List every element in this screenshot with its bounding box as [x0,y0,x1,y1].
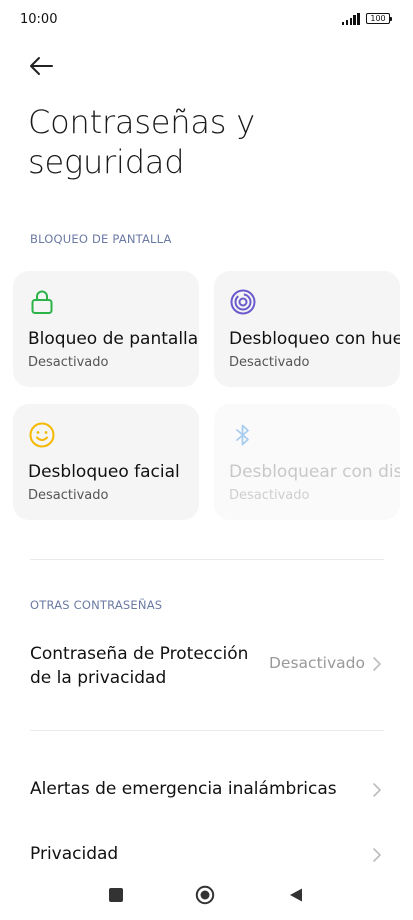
card-face-unlock[interactable]: Desbloqueo facial Desactivado [13,404,199,520]
card-title: Desbloqueo con huella [229,329,400,349]
back-triangle-icon[interactable] [288,887,304,903]
chevron-right-icon [373,848,381,862]
bluetooth-icon [236,424,249,446]
card-status: Desactivado [28,355,109,370]
arrow-left-icon [30,57,53,75]
signal-icon [342,13,360,25]
row-value: Desactivado [269,654,365,672]
row-label: Contraseña de Protección de la privacida… [30,644,249,688]
section-header-other-passwords: OTRAS CONTRASEÑAS [30,598,163,612]
card-screen-lock[interactable]: Bloqueo de pantalla Desactivado [13,271,199,387]
card-status: Desactivado [28,488,109,503]
settings-screen: 10:00 100 Contraseñas y seguridad BLOQUE… [0,0,413,920]
fingerprint-icon [230,289,256,315]
divider [30,730,384,731]
chevron-right-icon [373,783,381,797]
navigation-bar [0,876,413,920]
card-fingerprint-unlock[interactable]: Desbloqueo con huella Desactivado [214,271,400,387]
battery-icon: 100 [366,13,392,24]
smiley-face-icon [29,422,55,448]
page-title: Contraseñas y seguridad [28,103,255,181]
row-label: Alertas de emergencia inalámbricas [30,779,337,799]
row-privacy-protection-password[interactable]: Contraseña de Protección de la privacida… [0,640,413,696]
home-circle-icon[interactable] [195,885,215,905]
row-wireless-emergency-alerts[interactable]: Alertas de emergencia inalámbricas [0,776,413,806]
status-time: 10:00 [20,12,58,27]
back-button[interactable] [26,50,58,82]
chevron-right-icon [373,657,381,671]
status-bar: 10:00 100 [0,0,413,40]
lock-icon [31,290,53,314]
divider [30,559,384,560]
card-status: Desactivado [229,488,310,503]
card-title: Desbloqueo facial [28,462,180,482]
section-header-screen-lock: BLOQUEO DE PANTALLA [30,232,172,246]
battery-level: 100 [370,14,386,23]
card-status: Desactivado [229,355,310,370]
card-title: Desbloquear con dispositivo Bluetooth [229,462,400,482]
card-bluetooth-unlock[interactable]: Desbloquear con dispositivo Bluetooth De… [214,404,400,520]
card-title: Bloqueo de pantalla [28,329,199,349]
row-label: Privacidad [30,844,119,864]
recents-square-icon[interactable] [109,888,123,902]
row-privacy[interactable]: Privacidad [0,841,413,871]
